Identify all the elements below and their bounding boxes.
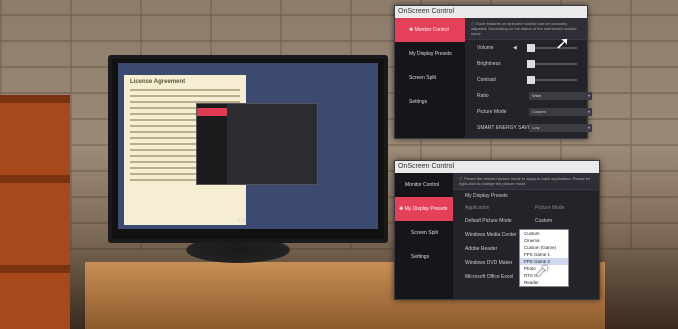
mini-osc-window <box>196 103 318 185</box>
table-header: Application Picture Mode <box>465 205 565 211</box>
slider-knob[interactable] <box>527 60 535 68</box>
section-title: My Display Presets <box>465 193 508 199</box>
contrast-slider[interactable] <box>527 76 577 84</box>
document-title: License Agreement <box>130 79 186 85</box>
ratio-select[interactable]: Wide ▾ <box>529 92 592 100</box>
nav-settings[interactable]: Settings <box>395 245 453 269</box>
photo-scene: License Agreement LG OnScreen Control ✺ … <box>0 0 678 329</box>
osc-sidebar: Monitor Control ✺ My Display Presets Scr… <box>395 173 453 299</box>
smart-energy-saving-row: SMART ENERGY SAVING Low ▾ <box>477 124 592 132</box>
panel-title: OnScreen Control <box>395 6 587 18</box>
nav-screen-split[interactable]: Screen Split <box>395 66 465 90</box>
speaker-icon[interactable]: ◀ <box>513 40 517 56</box>
nav-monitor-control[interactable]: Monitor Control <box>395 173 453 197</box>
slider-knob[interactable] <box>527 44 535 52</box>
dropdown-option[interactable]: Custom <box>520 230 568 237</box>
mouse-cursor-icon: ➚ <box>555 33 571 53</box>
dropdown-option[interactable]: Custom (Game) <box>520 244 568 251</box>
lg-logo: LG <box>238 218 247 224</box>
bookshelf <box>0 95 70 329</box>
chevron-down-icon: ▾ <box>587 109 590 114</box>
nav-my-display-presets[interactable]: ✺ My Display Presets <box>395 197 453 221</box>
osc-panel-monitor-control: OnScreen Control ✺ Monitor Control My Di… <box>394 5 592 139</box>
chevron-down-icon: ▾ <box>587 93 590 98</box>
osc-sidebar: ✺ Monitor Control My Display Presets Scr… <box>395 18 465 138</box>
info-note: ⓘ Preset the desired picture mode to app… <box>453 173 599 190</box>
osc-panel-display-presets: OnScreen Control Monitor Control ✺ My Di… <box>394 160 600 300</box>
picture-mode-select[interactable]: Custom ▾ <box>529 108 592 116</box>
shelf-board <box>0 175 70 183</box>
shelf-board <box>0 265 70 273</box>
nav-my-display-presets[interactable]: My Display Presets <box>395 42 465 66</box>
slider-knob[interactable] <box>527 76 535 84</box>
nav-settings[interactable]: Settings <box>395 90 465 114</box>
monitor-screen: License Agreement <box>118 63 378 229</box>
panel-title: OnScreen Control <box>395 161 599 173</box>
monitor: License Agreement <box>108 55 388 243</box>
brightness-slider[interactable] <box>527 60 577 68</box>
smart-energy-select[interactable]: Low ▾ <box>529 124 592 132</box>
picture-mode-row: Picture Mode Custom ▾ <box>477 108 592 116</box>
shelf-board <box>0 95 70 103</box>
contrast-row: Contrast <box>465 72 587 88</box>
table-row[interactable]: Default Picture Mode Custom <box>453 214 599 228</box>
chevron-down-icon: ▾ <box>587 125 590 130</box>
dropdown-option[interactable]: Cinema <box>520 237 568 244</box>
brightness-row: Brightness <box>465 56 587 72</box>
ratio-row: Ratio Wide ▾ <box>477 92 592 100</box>
nav-monitor-control[interactable]: ✺ Monitor Control <box>395 18 465 42</box>
dropdown-option[interactable]: FPS Game 1 <box>520 251 568 258</box>
nav-screen-split[interactable]: Screen Split <box>395 221 453 245</box>
mouse-cursor-icon: ➚ <box>535 260 551 280</box>
dropdown-option[interactable]: Reader <box>520 279 568 286</box>
